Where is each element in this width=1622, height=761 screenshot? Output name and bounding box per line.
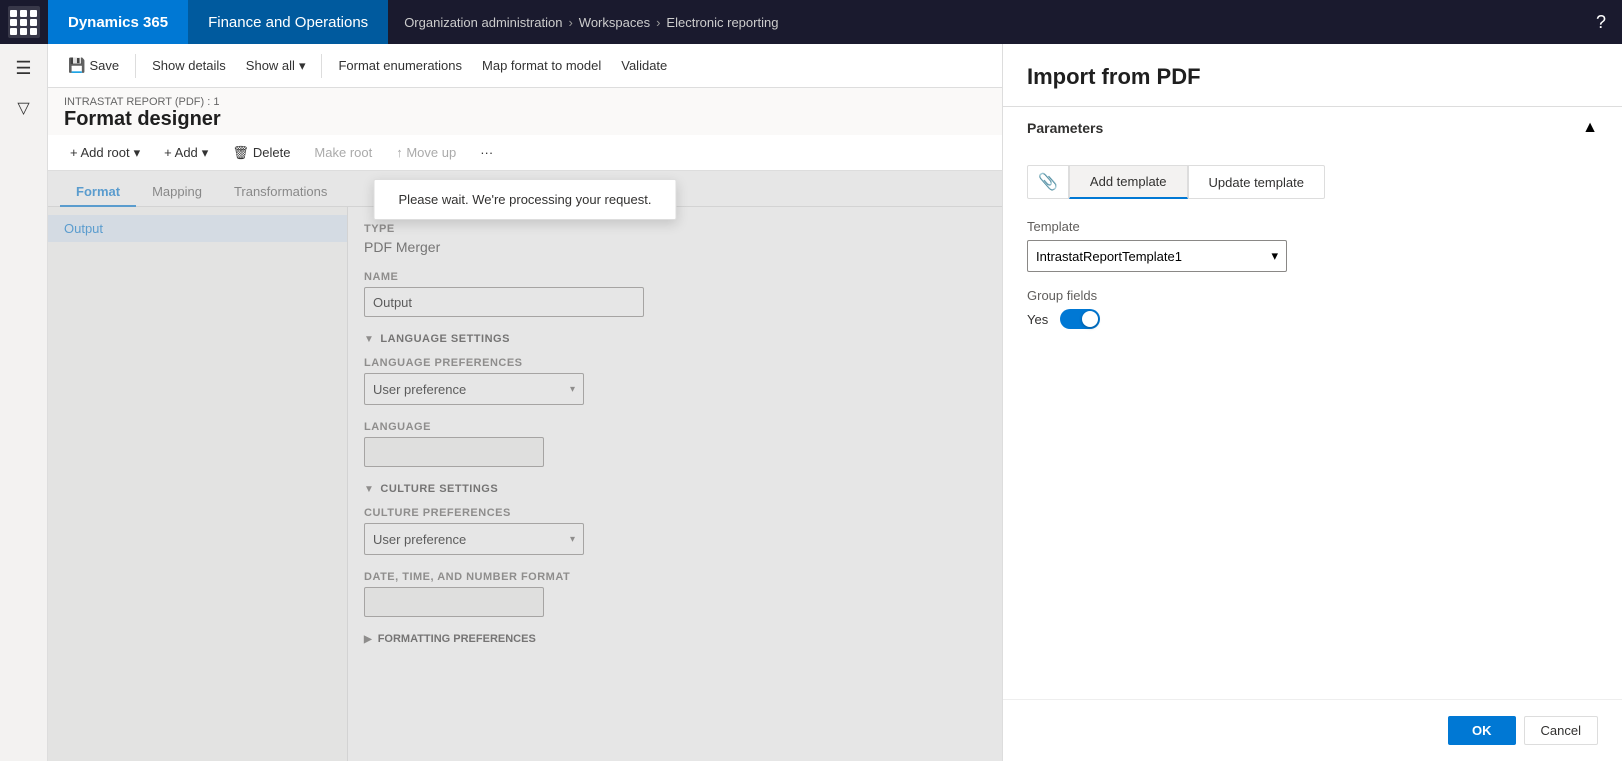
left-sidebar: ☰ ▽ <box>0 44 48 761</box>
main-area: ☰ ▽ 💾 Save Show details Show all ▾ Forma… <box>0 44 1622 761</box>
group-fields-label: Group fields <box>1027 288 1598 303</box>
filter-icon[interactable]: ▽ <box>8 92 40 124</box>
processing-toast: Please wait. We're processing your reque… <box>374 179 677 220</box>
content-area: 💾 Save Show details Show all ▾ Format en… <box>48 44 1002 761</box>
apps-icon[interactable] <box>8 6 40 38</box>
d365-label[interactable]: Dynamics 365 <box>48 0 188 44</box>
ok-button[interactable]: OK <box>1448 716 1516 745</box>
add-template-button[interactable]: Add template <box>1069 165 1188 199</box>
top-nav: Dynamics 365 Finance and Operations Orga… <box>0 0 1622 44</box>
breadcrumb-workspaces[interactable]: Workspaces <box>579 15 650 30</box>
parameters-label: Parameters <box>1027 120 1103 136</box>
paperclip-icon: 📎 <box>1038 174 1058 191</box>
breadcrumb-sep2: › <box>656 15 660 30</box>
cancel-button[interactable]: Cancel <box>1524 716 1598 745</box>
add-root-chevron: ▾ <box>134 145 141 161</box>
page-breadcrumb: INTRASTAT REPORT (PDF) : 1 <box>64 96 986 108</box>
add-root-button[interactable]: + Add root ▾ <box>60 141 150 165</box>
import-panel-body: 📎 Add template Update template Template … <box>1003 149 1622 699</box>
top-nav-right: ? <box>1596 12 1622 33</box>
breadcrumb-org[interactable]: Organization administration <box>404 15 562 30</box>
save-button[interactable]: 💾 Save <box>60 53 127 78</box>
help-icon[interactable]: ? <box>1596 12 1606 33</box>
hamburger-icon[interactable]: ☰ <box>8 52 40 84</box>
action-bar: + Add root ▾ + Add ▾ 🗑 Delete Make root … <box>48 135 1002 171</box>
processing-message: Please wait. We're processing your reque… <box>399 192 652 207</box>
make-root-button[interactable]: Make root <box>304 141 382 164</box>
format-enumerations-button[interactable]: Format enumerations <box>330 54 470 77</box>
show-all-chevron: ▾ <box>299 58 306 74</box>
group-fields-toggle-row: Yes <box>1027 309 1598 329</box>
show-all-button[interactable]: Show all ▾ <box>238 54 314 78</box>
toggle-thumb <box>1082 311 1098 327</box>
group-fields-group: Group fields Yes <box>1027 288 1598 329</box>
map-format-to-model-button[interactable]: Map format to model <box>474 54 609 77</box>
delete-button[interactable]: 🗑 Delete <box>222 141 300 165</box>
template-field-group: Template IntrastatReportTemplate1 ▾ <box>1027 219 1598 272</box>
add-chevron: ▾ <box>202 145 209 161</box>
group-fields-toggle[interactable] <box>1060 309 1100 329</box>
template-value: IntrastatReportTemplate1 <box>1036 249 1182 264</box>
show-details-button[interactable]: Show details <box>144 54 234 77</box>
template-label: Template <box>1027 219 1598 234</box>
template-buttons-group: 📎 Add template Update template <box>1027 165 1598 199</box>
import-panel-title: Import from PDF <box>1027 64 1598 90</box>
page-header: INTRASTAT REPORT (PDF) : 1 Format design… <box>48 88 1002 135</box>
import-panel-footer: OK Cancel <box>1003 699 1622 761</box>
main-content: Please wait. We're processing your reque… <box>48 171 1002 761</box>
breadcrumb-er[interactable]: Electronic reporting <box>666 15 778 30</box>
fo-label[interactable]: Finance and Operations <box>188 0 388 44</box>
parameters-collapse-icon[interactable]: ▲ <box>1582 119 1598 137</box>
update-template-button[interactable]: Update template <box>1188 165 1325 199</box>
more-button[interactable]: ··· <box>470 141 503 164</box>
import-panel-header: Import from PDF <box>1003 44 1622 106</box>
dim-overlay <box>48 171 1002 761</box>
brand-area: Dynamics 365 Finance and Operations <box>48 0 388 44</box>
add-button[interactable]: + Add ▾ <box>154 141 218 165</box>
toolbar-sep2 <box>321 54 322 78</box>
toolbar: 💾 Save Show details Show all ▾ Format en… <box>48 44 1002 88</box>
delete-icon: 🗑 <box>232 145 249 161</box>
parameters-section-header[interactable]: Parameters ▲ <box>1003 106 1622 149</box>
save-icon: 💾 <box>68 57 85 74</box>
import-panel: Import from PDF Parameters ▲ 📎 Add templ… <box>1002 44 1622 761</box>
template-chevron: ▾ <box>1271 248 1278 264</box>
toolbar-sep1 <box>135 54 136 78</box>
page-title: Format designer <box>64 108 986 131</box>
validate-button[interactable]: Validate <box>613 54 675 77</box>
attach-icon-button[interactable]: 📎 <box>1027 165 1069 199</box>
breadcrumb: Organization administration › Workspaces… <box>388 15 794 30</box>
move-up-button[interactable]: ↑ Move up <box>386 141 466 164</box>
group-fields-yes-label: Yes <box>1027 312 1048 327</box>
breadcrumb-sep1: › <box>568 15 572 30</box>
template-select[interactable]: IntrastatReportTemplate1 ▾ <box>1027 240 1287 272</box>
